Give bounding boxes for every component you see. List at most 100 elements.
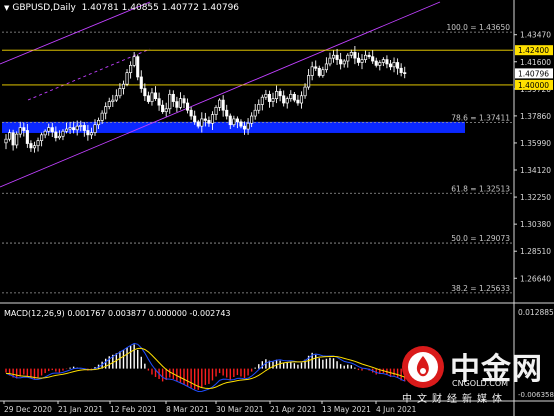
macd-tick-top: 0.012885 (518, 308, 554, 317)
candle-body (342, 60, 346, 65)
candle-body (314, 66, 318, 69)
candle-body (79, 125, 83, 127)
price-tick-label: 1.30380 (520, 220, 551, 229)
date-label: 30 Mar 2021 (216, 405, 264, 414)
candle-body (196, 121, 200, 127)
candle-body (328, 57, 332, 65)
candle-body (178, 98, 182, 108)
watermark-subtitle-text: 中文财经新媒体 (402, 394, 507, 405)
candle-body (132, 56, 136, 66)
candle-body (292, 93, 296, 101)
cngold-watermark: 中金网 CNGOLD.COM 中文财经新媒体 (400, 344, 550, 406)
candle-body (82, 125, 86, 131)
candle-body (171, 93, 175, 102)
candle-body (403, 72, 407, 74)
candle-body (214, 106, 218, 115)
candle-body (278, 91, 282, 97)
candle-body (47, 127, 51, 132)
candle-body (25, 130, 29, 144)
fib-level-label: 78.6 = 1.37411 (451, 113, 510, 122)
price-tick-label: 1.43470 (520, 31, 551, 40)
price-tick-label: 1.28510 (520, 247, 551, 256)
date-label: 21 Apr 2021 (270, 405, 317, 414)
candle-body (396, 62, 400, 69)
date-label: 12 Feb 2021 (110, 405, 157, 414)
candle-body (146, 95, 150, 102)
candle-body (189, 109, 193, 117)
candle-body (161, 104, 165, 113)
candle-body (392, 62, 396, 68)
candle-body (285, 98, 289, 104)
candle-body (129, 65, 133, 73)
candle-body (40, 134, 44, 141)
candle-body (15, 133, 19, 146)
candle-body (242, 125, 247, 130)
candle-body (175, 101, 179, 108)
symbol-title: ▼ GBPUSD,Daily 1.40781 1.40855 1.40772 1.… (4, 3, 239, 13)
candle-body (89, 132, 93, 136)
candle-body (168, 93, 172, 110)
candle-body (331, 54, 336, 59)
candle-body (371, 56, 375, 62)
candle-body (107, 101, 111, 107)
candle-body (364, 54, 368, 60)
candle-body (378, 62, 382, 66)
candle-body (232, 118, 236, 126)
candle-body (307, 75, 311, 88)
symbol-ohlc-values: 1.40781 1.40855 1.40772 1.40796 (81, 3, 240, 13)
candle-body (282, 95, 286, 104)
candle-body (18, 127, 22, 135)
candle-body (210, 114, 215, 124)
candle-body (36, 140, 40, 147)
date-label: 4 Jun 2021 (376, 405, 417, 414)
candle-body (353, 52, 357, 59)
price-highlight-label: 1.40796 (518, 69, 549, 78)
candle-body (97, 120, 101, 126)
candle-body (93, 124, 97, 134)
candle-body (264, 93, 268, 98)
candle-body (121, 83, 126, 89)
price-highlight-label: 1.40000 (518, 81, 549, 90)
candle-body (100, 112, 104, 121)
candle-body (250, 115, 254, 124)
watermark-domain-text: CNGOLD.COM (452, 379, 509, 388)
macd-title: MACD(12,26,9) 0.001767 0.003877 0.000000… (4, 309, 231, 318)
candle-body (43, 130, 47, 136)
candle-body (275, 91, 279, 100)
candle-body (207, 120, 211, 124)
candle-body (139, 76, 143, 89)
candle-body (360, 59, 364, 63)
candle-body (193, 115, 197, 123)
candle-body (22, 127, 26, 131)
candle-body (321, 69, 325, 76)
candle-body (114, 95, 118, 101)
symbol-name: GBPUSD,Daily (12, 3, 76, 13)
candle-body (182, 98, 186, 104)
candle-body (324, 63, 328, 71)
dropdown-triangle-icon[interactable]: ▼ (4, 4, 9, 12)
fib-level-label: 61.8 = 1.32513 (451, 184, 510, 193)
candle-body (57, 135, 61, 139)
candle-body (299, 95, 304, 104)
candle-body (346, 54, 350, 62)
candle-body (86, 130, 90, 136)
macd-values: 0.001767 0.003877 0.000000 -0.002743 (67, 309, 231, 318)
candle-body (225, 109, 229, 117)
candle-body (29, 143, 33, 149)
fib-level-label: 50.0 = 1.29073 (451, 234, 510, 243)
candle-body (335, 54, 339, 60)
candle-body (61, 130, 65, 137)
candle-body (186, 102, 190, 111)
candle-body (356, 57, 360, 63)
candle-body (228, 115, 232, 126)
candle-body (246, 122, 250, 130)
candle-body (388, 63, 393, 68)
candle-body (68, 127, 72, 130)
candle-body (111, 99, 115, 102)
price-tick-label: 1.26640 (520, 274, 551, 283)
candle-body (239, 121, 243, 127)
candle-body (75, 125, 79, 131)
candle-body (303, 86, 307, 97)
price-tick-label: 1.35990 (520, 139, 551, 148)
candle-body (153, 92, 158, 100)
